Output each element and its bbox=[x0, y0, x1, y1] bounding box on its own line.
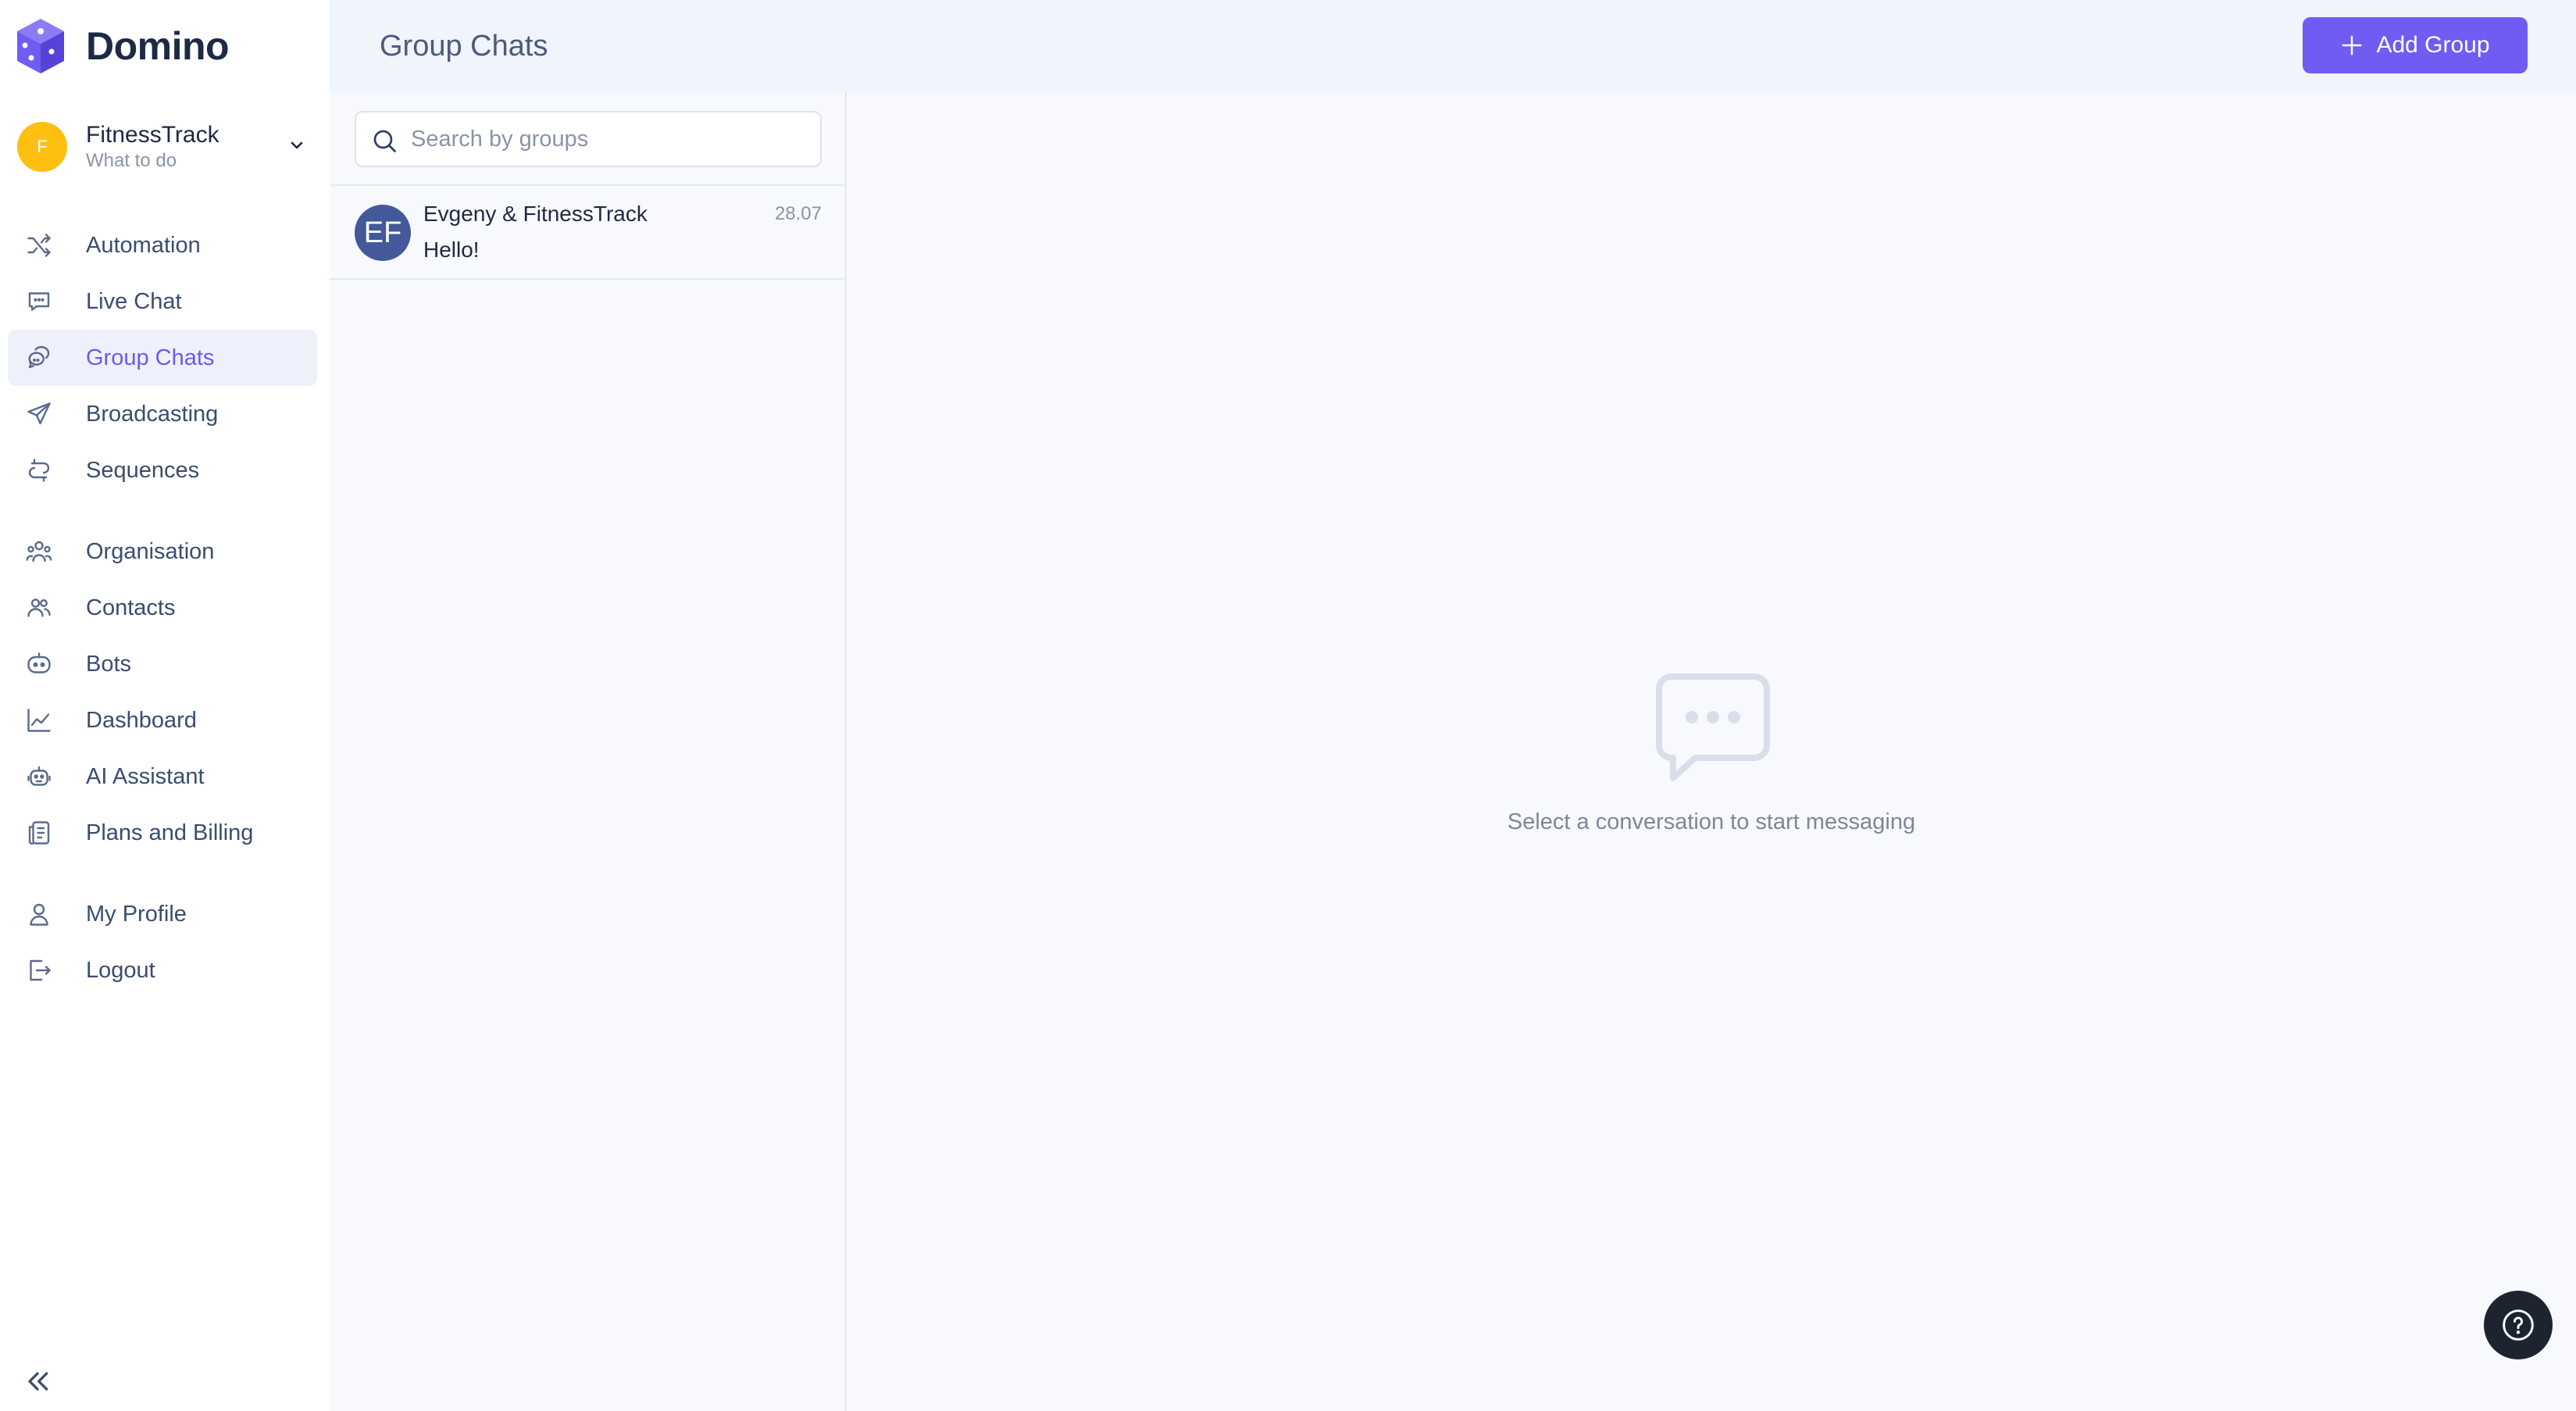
chat-bubble-icon bbox=[1656, 673, 1770, 781]
app-root: Domino F FitnessTrack What to do Automat… bbox=[0, 0, 2576, 1411]
group-chat-icon bbox=[25, 344, 53, 372]
cube-logo-icon bbox=[17, 19, 64, 73]
avatar: EF bbox=[355, 205, 411, 261]
page-title: Group Chats bbox=[380, 30, 548, 63]
sidebar-item-label: Automation bbox=[86, 232, 201, 258]
send-icon bbox=[25, 400, 53, 428]
sidebar-item-dashboard[interactable]: Dashboard bbox=[8, 692, 317, 748]
sidebar-item-bots[interactable]: Bots bbox=[8, 636, 317, 692]
sidebar-item-ai-assistant[interactable]: AI Assistant bbox=[8, 748, 317, 805]
sidebar-item-label: Live Chat bbox=[86, 288, 182, 314]
search-input[interactable] bbox=[411, 119, 801, 159]
ai-robot-icon bbox=[25, 763, 53, 791]
page-header: Group Chats Add Group bbox=[330, 0, 2576, 92]
question-mark-icon bbox=[2503, 1309, 2534, 1341]
sidebar-item-label: Sequences bbox=[86, 457, 200, 483]
chat-date: 28.07 bbox=[774, 203, 822, 224]
sidebar-item-plans-and-billing[interactable]: Plans and Billing bbox=[8, 805, 317, 861]
conversation-panel: Select a conversation to start messaging bbox=[847, 92, 2576, 1411]
sidebar-item-label: Contacts bbox=[86, 595, 176, 620]
sidebar-item-sequences[interactable]: Sequences bbox=[8, 442, 317, 498]
contacts-icon bbox=[25, 594, 53, 622]
sequence-icon bbox=[25, 456, 53, 484]
sidebar-item-label: Plans and Billing bbox=[86, 820, 254, 845]
sidebar-item-automation[interactable]: Automation bbox=[8, 217, 317, 273]
sidebar-item-contacts[interactable]: Contacts bbox=[8, 580, 317, 636]
sidebar-item-label: AI Assistant bbox=[86, 763, 205, 789]
group-list-panel: EF Evgeny & FitnessTrack Hello! 28.07 bbox=[330, 92, 847, 1411]
workspace-switcher[interactable]: F FitnessTrack What to do bbox=[17, 117, 314, 177]
organisation-icon bbox=[25, 538, 53, 566]
logout-icon bbox=[25, 956, 53, 984]
collapse-sidebar-button[interactable] bbox=[22, 1366, 53, 1397]
billing-icon bbox=[25, 819, 53, 847]
workspace-avatar: F bbox=[17, 122, 67, 172]
chat-last-message: Hello! bbox=[423, 238, 480, 262]
sidebar-item-label: Organisation bbox=[86, 538, 215, 564]
sidebar-item-label: Broadcasting bbox=[86, 401, 219, 427]
add-group-button[interactable]: Add Group bbox=[2303, 17, 2528, 73]
sidebar-item-label: Dashboard bbox=[86, 707, 197, 733]
workspace-subtitle: What to do bbox=[86, 150, 177, 171]
help-button[interactable] bbox=[2484, 1291, 2553, 1359]
sidebar-item-my-profile[interactable]: My Profile bbox=[8, 886, 317, 942]
brand-name: Domino bbox=[86, 24, 230, 68]
shuffle-icon bbox=[25, 231, 53, 259]
add-group-label: Add Group bbox=[2376, 32, 2490, 58]
search-box bbox=[355, 111, 822, 167]
chat-name: Evgeny & FitnessTrack bbox=[423, 202, 648, 226]
sidebar-item-organisation[interactable]: Organisation bbox=[8, 523, 317, 580]
workspace-name: FitnessTrack bbox=[86, 122, 219, 148]
search-icon bbox=[373, 130, 396, 152]
list-item[interactable]: EF Evgeny & FitnessTrack Hello! 28.07 bbox=[330, 186, 845, 278]
chat-bubble-icon bbox=[25, 288, 53, 316]
plus-icon bbox=[2342, 35, 2362, 55]
brand-logo[interactable]: Domino bbox=[14, 17, 230, 75]
sidebar-item-label: My Profile bbox=[86, 901, 187, 927]
sidebar-item-logout[interactable]: Logout bbox=[8, 942, 317, 998]
sidebar: Domino F FitnessTrack What to do Automat… bbox=[0, 0, 330, 1411]
chevron-down-icon bbox=[291, 141, 303, 149]
sidebar-item-label: Logout bbox=[86, 957, 155, 983]
double-chevron-left-icon bbox=[28, 1372, 48, 1391]
workspace-text: FitnessTrack What to do bbox=[86, 121, 219, 173]
sidebar-item-label: Bots bbox=[86, 651, 132, 677]
sidebar-item-label: Group Chats bbox=[86, 345, 215, 370]
bot-icon bbox=[25, 650, 53, 678]
chart-line-icon bbox=[25, 706, 53, 734]
sidebar-item-group-chats[interactable]: Group Chats bbox=[8, 330, 317, 386]
sidebar-item-broadcasting[interactable]: Broadcasting bbox=[8, 386, 317, 442]
empty-state-text: Select a conversation to start messaging bbox=[1507, 809, 1916, 834]
divider bbox=[330, 278, 847, 280]
user-icon bbox=[25, 900, 53, 928]
sidebar-item-live-chat[interactable]: Live Chat bbox=[8, 273, 317, 330]
